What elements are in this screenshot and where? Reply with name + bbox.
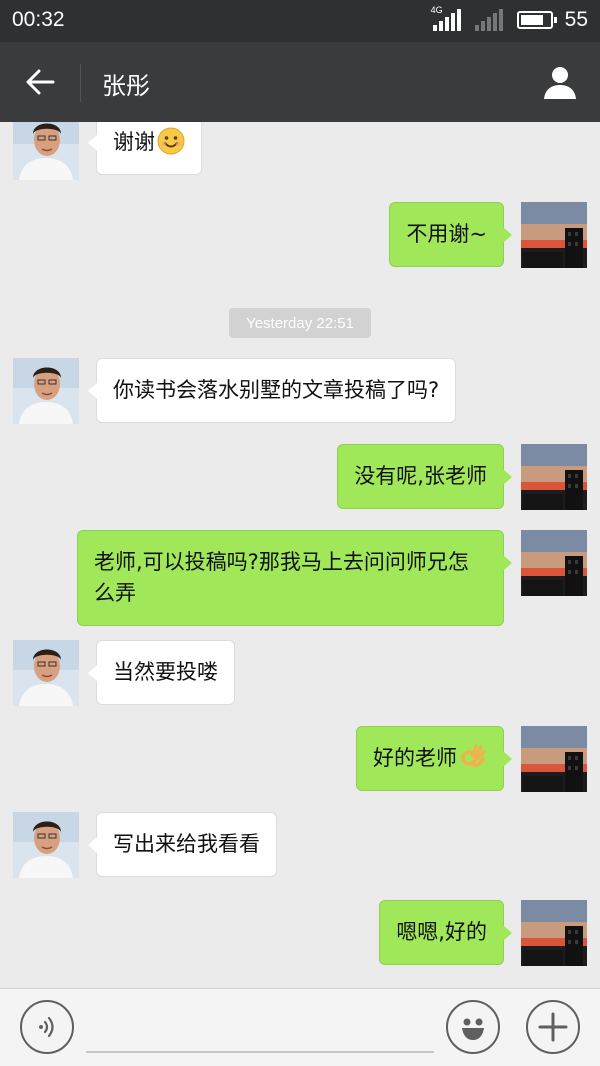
message-list[interactable]: 谢谢 不用谢~ Yesterday 22:51 你读书会落水别墅的文章投稿了吗?… [0,122,600,988]
cell-signal-icon: 4G [431,5,463,31]
voice-button[interactable] [20,1000,74,1054]
emoji-icon [462,1018,484,1040]
header-divider [80,64,81,102]
message-bubble-sent[interactable]: 嗯嗯,好的 [379,900,512,965]
timestamp-label: Yesterday 22:51 [229,308,371,338]
chat-header: 张彤 [0,42,600,122]
plus-icon [538,1012,568,1042]
network-type: 4G [430,5,443,15]
emoji-button[interactable] [446,1000,500,1054]
battery-level: 55 [564,8,588,31]
status-icons: 4G 55 [431,5,588,32]
person-icon [544,67,576,99]
my-avatar[interactable] [521,900,587,966]
back-arrow-icon [26,69,55,95]
status-time: 00:32 [12,8,65,31]
message-bubble-sent[interactable]: 好的老师 [356,726,512,791]
my-avatar[interactable] [521,726,587,792]
message-bubble-sent[interactable]: 不用谢~ [389,202,512,267]
input-bar [0,988,600,1066]
ok-hand-emoji-icon [461,744,486,768]
smile-emoji-icon [157,127,185,155]
my-avatar[interactable] [521,530,587,596]
message-bubble-sent[interactable]: 没有呢,张老师 [337,444,512,509]
voice-icon [39,1016,54,1038]
message-bubble-sent[interactable]: 老师,可以投稿吗?那我马上去问问师兄怎么弄 [77,530,512,626]
status-bar: 00:32 4G 55 [0,0,600,42]
message-bubble-received[interactable]: 谢谢 [88,122,202,175]
contact-avatar[interactable] [13,812,79,878]
message-bubble-received[interactable]: 你读书会落水别墅的文章投稿了吗? [87,358,457,423]
chat-title: 张彤 [102,72,150,100]
battery-icon [516,11,557,29]
message-bubble-received[interactable]: 写出来给我看看 [88,812,277,877]
contact-avatar[interactable] [13,358,79,424]
contact-avatar[interactable] [13,122,79,180]
back-button[interactable] [16,60,64,104]
profile-button[interactable] [536,60,584,104]
message-bubble-received[interactable]: 当然要投喽 [88,640,235,705]
more-button[interactable] [526,1000,580,1054]
contact-avatar[interactable] [13,640,79,706]
my-avatar[interactable] [521,202,587,268]
message-input[interactable] [86,1051,434,1053]
cell-signal-2-icon [474,9,505,31]
my-avatar[interactable] [521,444,587,510]
